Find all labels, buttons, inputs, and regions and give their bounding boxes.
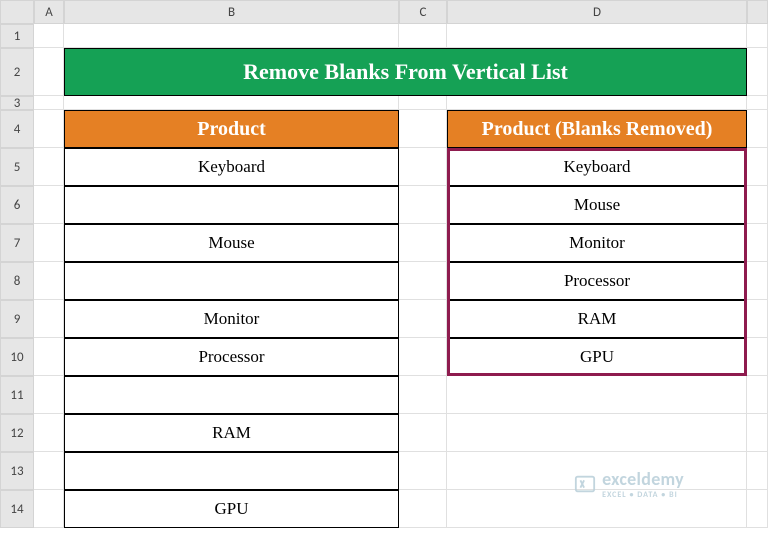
cell-A13[interactable] [34, 452, 64, 490]
row-header-10[interactable]: 10 [0, 338, 34, 376]
table-b-row[interactable]: Mouse [64, 224, 399, 262]
table-d-row[interactable]: Processor [447, 262, 747, 300]
cell-A11[interactable] [34, 376, 64, 414]
row-header-13[interactable]: 13 [0, 452, 34, 490]
cell-A4[interactable] [34, 110, 64, 148]
table-b-row[interactable]: RAM [64, 414, 399, 452]
cell-C14[interactable] [399, 490, 447, 528]
row-header-1[interactable]: 1 [0, 24, 34, 48]
col-header-A[interactable]: A [34, 0, 64, 24]
cell-A8[interactable] [34, 262, 64, 300]
cell-E6[interactable] [747, 186, 768, 224]
cell-C4[interactable] [399, 110, 447, 148]
watermark: exceldemy EXCEL • DATA • BI [574, 468, 684, 500]
table-d-row[interactable]: GPU [447, 338, 747, 376]
column-headers: A B C D [0, 0, 768, 24]
cell-A14[interactable] [34, 490, 64, 528]
table-d-row[interactable]: RAM [447, 300, 747, 338]
watermark-tagline: EXCEL • DATA • BI [602, 490, 684, 500]
select-all-corner[interactable] [0, 0, 34, 24]
cell-C13[interactable] [399, 452, 447, 490]
row-header-8[interactable]: 8 [0, 262, 34, 300]
cell-E11[interactable] [747, 376, 768, 414]
table-b-row[interactable] [64, 262, 399, 300]
cell-E2[interactable] [747, 48, 768, 96]
cell-E12[interactable] [747, 414, 768, 452]
cell-C10[interactable] [399, 338, 447, 376]
table-d-row[interactable]: Monitor [447, 224, 747, 262]
cell-D11[interactable] [447, 376, 747, 414]
col-header-D[interactable]: D [447, 0, 747, 24]
cell-C12[interactable] [399, 414, 447, 452]
table-b-row[interactable]: GPU [64, 490, 399, 528]
table-d-header: Product (Blanks Removed) [447, 110, 747, 148]
col-header-B[interactable]: B [64, 0, 399, 24]
row-header-7[interactable]: 7 [0, 224, 34, 262]
cell-A3[interactable] [34, 96, 64, 110]
row-header-4[interactable]: 4 [0, 110, 34, 148]
row-header-3[interactable]: 3 [0, 96, 34, 110]
table-b-row[interactable]: Processor [64, 338, 399, 376]
row-header-6[interactable]: 6 [0, 186, 34, 224]
cell-C9[interactable] [399, 300, 447, 338]
cell-A12[interactable] [34, 414, 64, 452]
cell-A5[interactable] [34, 148, 64, 186]
table-b-row[interactable]: Keyboard [64, 148, 399, 186]
cell-E5[interactable] [747, 148, 768, 186]
cell-E3[interactable] [747, 96, 768, 110]
cell-D12[interactable] [447, 414, 747, 452]
cell-A6[interactable] [34, 186, 64, 224]
cell-A2[interactable] [34, 48, 64, 96]
table-b-row[interactable] [64, 376, 399, 414]
cell-A10[interactable] [34, 338, 64, 376]
cell-A1[interactable] [34, 24, 64, 48]
row-header-9[interactable]: 9 [0, 300, 34, 338]
cell-E13[interactable] [747, 452, 768, 490]
cell-C8[interactable] [399, 262, 447, 300]
cell-E14[interactable] [747, 490, 768, 528]
cell-E4[interactable] [747, 110, 768, 148]
row-header-12[interactable]: 12 [0, 414, 34, 452]
row-header-2[interactable]: 2 [0, 48, 34, 96]
cell-C7[interactable] [399, 224, 447, 262]
page-title: Remove Blanks From Vertical List [64, 48, 747, 96]
cell-C11[interactable] [399, 376, 447, 414]
col-header-more [747, 0, 768, 24]
cell-E7[interactable] [747, 224, 768, 262]
cell-A9[interactable] [34, 300, 64, 338]
row-header-5[interactable]: 5 [0, 148, 34, 186]
cell-E9[interactable] [747, 300, 768, 338]
cell-E8[interactable] [747, 262, 768, 300]
table-b-row[interactable] [64, 186, 399, 224]
cell-D3[interactable] [447, 96, 747, 110]
cell-C3[interactable] [399, 96, 447, 110]
cell-C5[interactable] [399, 148, 447, 186]
cell-C1[interactable] [399, 24, 447, 48]
row-header-11[interactable]: 11 [0, 376, 34, 414]
brand-icon [574, 473, 596, 495]
cell-D1[interactable] [447, 24, 747, 48]
cell-B3[interactable] [64, 96, 399, 110]
table-d-row[interactable]: Mouse [447, 186, 747, 224]
cell-C6[interactable] [399, 186, 447, 224]
cell-E1[interactable] [747, 24, 768, 48]
table-b-row[interactable]: Monitor [64, 300, 399, 338]
table-b-row[interactable] [64, 452, 399, 490]
cell-A7[interactable] [34, 224, 64, 262]
row-header-14[interactable]: 14 [0, 490, 34, 528]
table-b-header: Product [64, 110, 399, 148]
table-d-row[interactable]: Keyboard [447, 148, 747, 186]
cell-B1[interactable] [64, 24, 399, 48]
watermark-brand: exceldemy [602, 468, 684, 490]
col-header-C[interactable]: C [399, 0, 447, 24]
cell-E10[interactable] [747, 338, 768, 376]
